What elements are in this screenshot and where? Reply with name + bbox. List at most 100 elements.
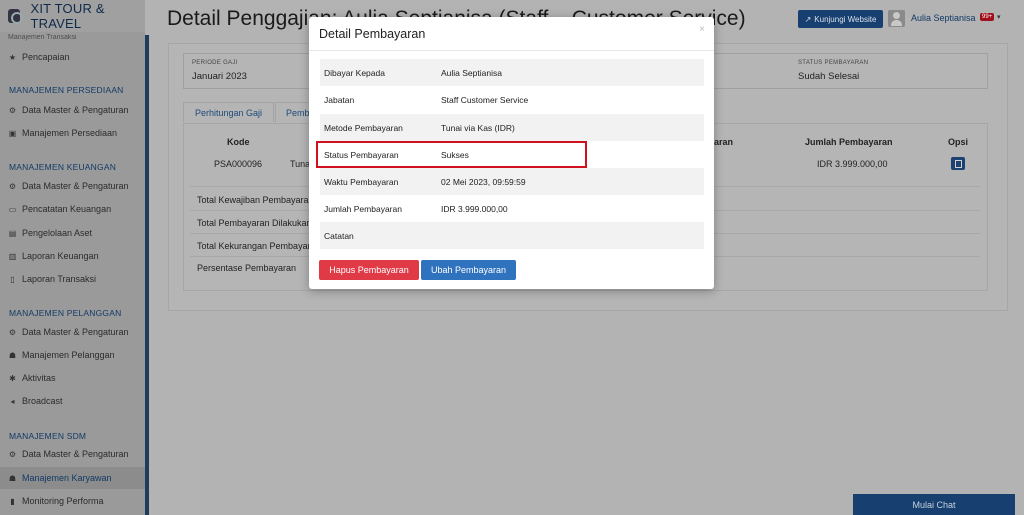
th-opsi: Opsi: [948, 137, 969, 147]
sidebar-item-laporan-keuangan[interactable]: ▥ Laporan Keuangan: [0, 245, 145, 267]
detail-row-dibayar-kepada: Dibayar Kepada Aulia Septianisa: [320, 59, 704, 86]
close-icon[interactable]: ×: [699, 24, 705, 35]
detail-key: Metode Pembayaran: [324, 122, 403, 133]
sidebar-item-sdm-master[interactable]: ⚙ Data Master & Pengaturan: [0, 443, 145, 465]
sidebar-item-label: Manajemen Pelanggan: [22, 350, 115, 360]
sidebar-item-laporan-transaksi[interactable]: ▯ Laporan Transaksi: [0, 268, 145, 290]
detail-value: Tunai via Kas (IDR): [441, 122, 515, 133]
detail-row-jabatan: Jabatan Staff Customer Service: [320, 86, 704, 113]
detail-row-waktu: Waktu Pembayaran 02 Mei 2023, 09:59:59: [320, 168, 704, 195]
th-jumlah: Jumlah Pembayaran: [805, 137, 893, 147]
summary-total-dilakukan: Total Pembayaran Dilakukan: [197, 218, 312, 228]
summary-total-kekurangan: Total Kekurangan Pembayaran: [197, 241, 321, 251]
sidebar-item-monitoring-performa[interactable]: ▮ Monitoring Performa: [0, 490, 145, 512]
sidebar-item-aktivitas[interactable]: ✱ Aktivitas: [0, 367, 145, 389]
bullhorn-icon: ◂: [10, 396, 15, 406]
tab-label: Perhitungan Gaji: [195, 107, 263, 118]
tab-perhitungan-gaji[interactable]: Perhitungan Gaji: [183, 102, 275, 122]
sidebar: Manajemen Transaksi ★ Pencapaian MANAJEME…: [0, 0, 145, 515]
summary-persentase: Persentase Pembayaran: [197, 263, 297, 273]
th-kode: Kode: [227, 137, 250, 147]
avatar[interactable]: [888, 10, 905, 27]
sidebar-section-heading: MANAJEMEN SDM: [9, 431, 87, 441]
sidebar-item-label: Aktivitas: [22, 373, 56, 383]
sidebar-section-heading: MANAJEMEN PERSEDIAAN: [9, 85, 124, 95]
cell-kode: PSA000096: [214, 159, 263, 169]
cogs-icon: ⚙: [8, 327, 17, 337]
detail-key: Waktu Pembayaran: [324, 176, 399, 187]
users-icon: ☗: [8, 350, 17, 360]
logo-icon: [8, 9, 24, 24]
cogs-icon: ⚙: [8, 449, 17, 459]
status-label: STATUS PEMBAYARAN: [798, 60, 869, 66]
detail-key: Catatan: [324, 230, 354, 241]
sidebar-edge: [145, 35, 149, 515]
sidebar-section-heading: MANAJEMEN PELANGGAN: [9, 308, 122, 318]
sidebar-item-label: Manajemen Karyawan: [22, 473, 112, 483]
detail-value: Staff Customer Service: [441, 94, 529, 105]
sidebar-item-pencapaian[interactable]: ★ Pencapaian: [0, 46, 145, 68]
external-link-icon: ↗: [804, 14, 812, 24]
sidebar-item-transaksi[interactable]: Manajemen Transaksi: [0, 32, 145, 42]
sidebar-item-label: Data Master & Pengaturan: [22, 327, 129, 337]
report-icon: ▥: [8, 251, 17, 261]
sidebar-section-heading: MANAJEMEN KEUANGAN: [9, 162, 117, 172]
sidebar-item-label: Pencapaian: [22, 52, 70, 62]
sidebar-item-keuangan-master[interactable]: ⚙ Data Master & Pengaturan: [0, 175, 145, 197]
edit-payment-button[interactable]: Ubah Pembayaran: [421, 260, 516, 280]
file-icon: ▯: [10, 274, 15, 284]
sidebar-item-label: Pencatatan Keuangan: [22, 204, 112, 214]
sidebar-item-manajemen-persediaan[interactable]: ▣ Manajemen Persediaan: [0, 122, 145, 144]
start-chat-button[interactable]: Mulai Chat: [853, 494, 1015, 515]
sidebar-item-pengelolaan-aset[interactable]: ▤ Pengelolaan Aset: [0, 222, 145, 244]
sidebar-item-label: Pengelolaan Aset: [22, 228, 93, 238]
cubes-icon: ▣: [8, 128, 17, 138]
caret-down-icon[interactable]: ▾: [997, 13, 1001, 21]
activity-icon: ✱: [9, 373, 16, 383]
wallet-icon: ▤: [8, 228, 17, 238]
modal-title: Detail Pembayaran: [319, 26, 426, 41]
sidebar-item-broadcast[interactable]: ◂ Broadcast: [0, 390, 145, 412]
sidebar-item-label: Manajemen Transaksi: [8, 33, 77, 41]
detail-row-metode: Metode Pembayaran Tunai via Kas (IDR): [320, 114, 704, 141]
period-label: PERIODE GAJI: [192, 60, 238, 66]
detail-row-catatan: Catatan: [320, 222, 704, 249]
sidebar-item-label: Manajemen Persediaan: [22, 128, 118, 138]
detail-key: Jumlah Pembayaran: [324, 203, 402, 214]
sidebar-item-label: Data Master & Pengaturan: [22, 449, 129, 459]
status-value: Sudah Selesai: [798, 71, 860, 82]
edit-icon[interactable]: [951, 157, 965, 170]
sidebar-item-pencatatan-keuangan[interactable]: ▭ Pencatatan Keuangan: [0, 198, 145, 220]
visit-website-button[interactable]: ↗ Kunjungi Website: [798, 10, 883, 28]
sidebar-item-label: Laporan Transaksi: [22, 274, 97, 284]
detail-value: 02 Mei 2023, 09:59:59: [441, 176, 526, 187]
sidebar-item-label: Monitoring Performa: [22, 496, 104, 506]
status-highlight-box: [316, 141, 587, 168]
sidebar-item-persediaan-master[interactable]: ⚙ Data Master & Pengaturan: [0, 99, 145, 121]
cogs-icon: ⚙: [8, 181, 17, 191]
detail-key: Jabatan: [324, 94, 355, 105]
brand[interactable]: XIT TOUR & TRAVEL: [0, 0, 145, 32]
summary-total-kewajiban: Total Kewajiban Pembayaran: [197, 195, 314, 205]
user-menu[interactable]: Aulia Septianisa: [911, 13, 976, 23]
sidebar-item-label: Laporan Keuangan: [22, 251, 99, 261]
visit-website-label: Kunjungi Website: [814, 14, 877, 24]
detail-key: Dibayar Kepada: [324, 67, 385, 78]
sidebar-item-label: Broadcast: [22, 396, 63, 406]
sidebar-item-manajemen-pelanggan[interactable]: ☗ Manajemen Pelanggan: [0, 344, 145, 366]
modal-header: Detail Pembayaran ×: [309, 17, 714, 51]
sidebar-item-pelanggan-master[interactable]: ⚙ Data Master & Pengaturan: [0, 321, 145, 343]
star-icon: ★: [8, 52, 17, 62]
cell-metode: Tuna: [290, 159, 311, 169]
sidebar-item-label: Data Master & Pengaturan: [22, 105, 129, 115]
brand-name: XIT TOUR & TRAVEL: [30, 1, 105, 31]
detail-value: IDR 3.999.000,00: [441, 203, 508, 214]
money-icon: ▭: [8, 204, 17, 214]
sidebar-item-manajemen-karyawan[interactable]: ☗ Manajemen Karyawan: [0, 467, 145, 489]
chart-icon: ▮: [10, 496, 15, 506]
sidebar-item-label: Data Master & Pengaturan: [22, 181, 129, 191]
notification-badge[interactable]: 99+: [980, 13, 995, 21]
period-value: Januari 2023: [192, 71, 247, 82]
delete-payment-button[interactable]: Hapus Pembayaran: [319, 260, 419, 280]
cogs-icon: ⚙: [8, 105, 17, 115]
